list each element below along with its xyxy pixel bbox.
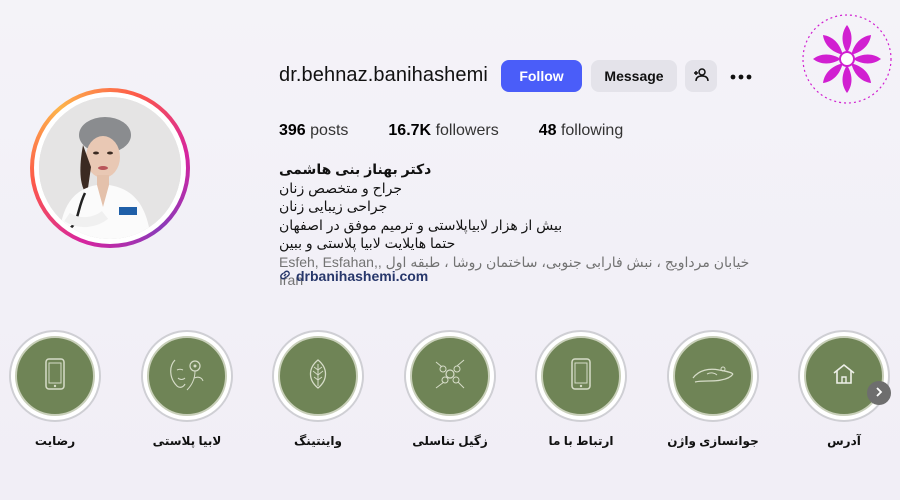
posts-stat: 396 posts xyxy=(279,122,348,140)
highlight-label: واینتینگ xyxy=(294,434,342,448)
message-button[interactable]: Message xyxy=(591,60,677,92)
bio-line: بیش از هزار لابیاپلاستی و ترمیم موفق در … xyxy=(279,216,563,233)
profile-stats: 396 posts 16.7K followers 48 following xyxy=(279,122,663,140)
followers-stat[interactable]: 16.7K followers xyxy=(388,122,498,140)
highlight-item[interactable]: زگیل تناسلی xyxy=(395,330,505,448)
profile-username: dr.behnaz.banihashemi xyxy=(279,64,488,86)
hand-icon xyxy=(689,360,737,393)
highlight-label: جوانسازی واژن xyxy=(667,434,759,448)
person-add-icon xyxy=(693,67,709,86)
home-icon xyxy=(831,362,857,391)
suggest-user-button[interactable] xyxy=(685,60,717,92)
highlight-item[interactable]: رضایت xyxy=(0,330,110,448)
highlight-label: لابیا پلاستی xyxy=(152,434,222,448)
website-url: drbanihashemi.com xyxy=(296,268,429,284)
highlight-label: رضایت xyxy=(34,434,76,448)
highlights-next-button[interactable] xyxy=(867,381,891,405)
chevron-right-icon xyxy=(874,384,884,402)
followers-count: 16.7K xyxy=(388,122,432,139)
bio-line: جراح و متخصص زنان xyxy=(279,179,402,196)
avatar xyxy=(39,97,181,239)
bio-line: حتما هایلایت لابیا پلاستی و ببین xyxy=(279,235,456,251)
website-link[interactable]: drbanihashemi.com xyxy=(279,268,428,284)
highlight-label: ارتباط با ما xyxy=(548,434,614,448)
highlight-label: آدرس xyxy=(827,434,861,448)
site-watermark-logo xyxy=(796,8,898,110)
phone-icon xyxy=(570,357,592,396)
more-options-button[interactable] xyxy=(729,67,753,85)
more-horizontal-icon xyxy=(730,67,752,85)
profile-avatar-ring[interactable] xyxy=(30,88,190,248)
highlight-item[interactable]: ارتباط با ما xyxy=(526,330,636,448)
story-highlights: رضایت لابیا پلاستی واینتینگ زگیل تناسلی … xyxy=(0,330,900,460)
following-label: following xyxy=(560,122,624,139)
face-flower-icon xyxy=(165,354,209,399)
phone-icon xyxy=(44,357,66,396)
link-icon xyxy=(279,268,296,284)
flower-bouquet-icon xyxy=(430,354,470,399)
highlight-item[interactable]: جوانسازی واژن xyxy=(658,330,768,448)
leaf-icon xyxy=(306,358,330,395)
bio-line: جراحی زیبایی زنان xyxy=(279,198,388,214)
highlight-label: زگیل تناسلی xyxy=(412,434,488,448)
bio-name: دکتر بهناز بنی هاشمی xyxy=(279,161,432,177)
highlight-item[interactable]: لابیا پلاستی xyxy=(132,330,242,448)
following-count: 48 xyxy=(538,122,557,139)
posts-label: posts xyxy=(310,122,349,139)
highlight-item[interactable]: واینتینگ xyxy=(263,330,373,448)
follow-button[interactable]: Follow xyxy=(501,60,582,92)
following-stat[interactable]: 48 following xyxy=(539,122,624,140)
posts-count: 396 xyxy=(279,122,306,139)
followers-label: followers xyxy=(435,122,499,139)
